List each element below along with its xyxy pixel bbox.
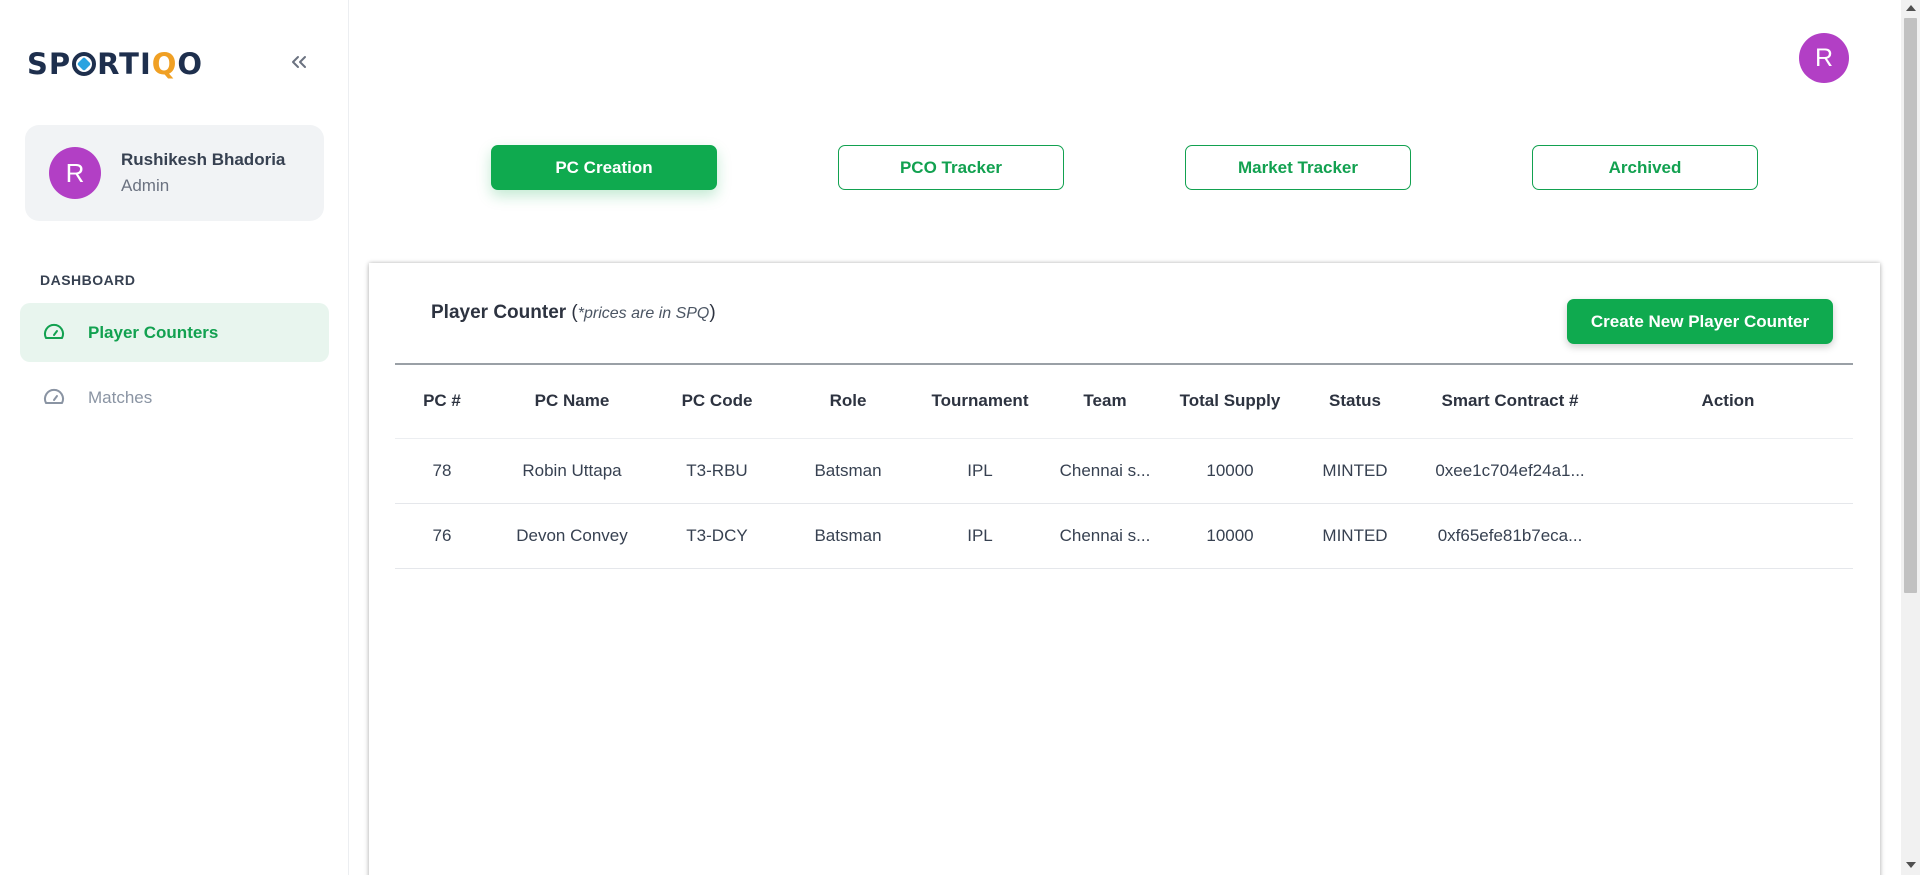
cell-status: MINTED (1293, 438, 1417, 504)
column-header[interactable]: Role (779, 365, 917, 439)
cell-smart-contract[interactable]: 0xf65efe81b7eca... (1417, 503, 1603, 569)
cell-tournament: IPL (917, 503, 1043, 569)
column-header[interactable]: PC # (395, 365, 489, 439)
logo-part-3: O (177, 47, 204, 81)
user-avatar-button[interactable]: R (1799, 33, 1849, 83)
page-scrollbar[interactable] (1901, 0, 1920, 875)
avatar[interactable]: R (49, 147, 101, 199)
column-header[interactable]: PC Name (489, 365, 655, 439)
cell-pc-number: 76 (395, 503, 489, 569)
cell-role: Batsman (779, 438, 917, 504)
sportiqo-logo[interactable]: SP RTIQO (27, 47, 203, 81)
cell-smart-contract[interactable]: 0xee1c704ef24a1... (1417, 438, 1603, 504)
scroll-up-arrow-icon[interactable] (1906, 5, 1916, 11)
logo-o-icon (72, 52, 97, 76)
column-header[interactable]: Action (1603, 365, 1853, 439)
cell-role: Batsman (779, 503, 917, 569)
table-row[interactable]: 78 Robin Uttapa T3-RBU Batsman IPL Chenn… (395, 438, 1853, 504)
tab-pc-creation[interactable]: PC Creation (491, 145, 717, 190)
nav-section-title: DASHBOARD (40, 272, 136, 288)
column-header[interactable]: Status (1293, 365, 1417, 439)
scroll-thumb[interactable] (1904, 18, 1917, 593)
cell-total-supply: 10000 (1167, 503, 1293, 569)
cell-pc-code: T3-DCY (655, 503, 779, 569)
logo-text: SP RTIQO (27, 47, 203, 81)
card-note-open: ( (566, 302, 578, 323)
cell-action[interactable] (1603, 503, 1853, 569)
cell-total-supply: 10000 (1167, 438, 1293, 504)
table-header-row: PC # PC Name PC Code Role Tournament Tea… (395, 365, 1853, 439)
cell-team: Chennai s... (1043, 438, 1167, 504)
tab-archived[interactable]: Archived (1532, 145, 1758, 190)
logo-part-1: SP (27, 47, 72, 81)
logo-part-accent: Q (151, 47, 178, 81)
tab-pco-tracker[interactable]: PCO Tracker (838, 145, 1064, 190)
create-player-counter-button[interactable]: Create New Player Counter (1567, 299, 1833, 344)
sidebar: SP RTIQO R Rushikesh Bhadoria Admin DASHB… (0, 0, 349, 875)
card-title: Player Counter (*prices are in SPQ) (431, 302, 716, 324)
sidebar-item-label: Player Counters (88, 322, 219, 342)
column-header[interactable]: Team (1043, 365, 1167, 439)
sidebar-item-player-counters[interactable]: Player Counters (20, 303, 329, 362)
speedometer-icon (44, 323, 64, 339)
cell-status: MINTED (1293, 503, 1417, 569)
cell-pc-code: T3-RBU (655, 438, 779, 504)
column-header[interactable]: Smart Contract # (1417, 365, 1603, 439)
cell-pc-number: 78 (395, 438, 489, 504)
player-counter-card: Player Counter (*prices are in SPQ) Crea… (369, 263, 1880, 875)
table-row[interactable]: 76 Devon Convey T3-DCY Batsman IPL Chenn… (395, 503, 1853, 569)
cell-team: Chennai s... (1043, 503, 1167, 569)
cell-action[interactable] (1603, 438, 1853, 504)
speedometer-icon (44, 388, 64, 404)
profile-meta: Rushikesh Bhadoria Admin (121, 150, 285, 196)
cell-pc-name: Devon Convey (489, 503, 655, 569)
card-note: *prices are in SPQ (577, 305, 710, 322)
collapse-sidebar-button[interactable] (287, 50, 311, 74)
column-header[interactable]: Tournament (917, 365, 1043, 439)
column-header[interactable]: PC Code (655, 365, 779, 439)
player-counter-table: PC # PC Name PC Code Role Tournament Tea… (395, 365, 1853, 569)
sidebar-item-label: Matches (88, 387, 153, 407)
profile-name: Rushikesh Bhadoria (121, 150, 286, 169)
card-title-text: Player Counter (431, 302, 567, 323)
card-note-close: ) (709, 302, 716, 323)
column-header[interactable]: Total Supply (1167, 365, 1293, 439)
scroll-down-arrow-icon[interactable] (1906, 862, 1916, 868)
logo-part-2: RTI (97, 47, 152, 81)
chevrons-left-icon (292, 56, 306, 68)
tab-market-tracker[interactable]: Market Tracker (1185, 145, 1411, 190)
profile-card: R Rushikesh Bhadoria Admin (25, 125, 324, 221)
cell-pc-name: Robin Uttapa (489, 438, 655, 504)
profile-role: Admin (121, 176, 170, 195)
cell-tournament: IPL (917, 438, 1043, 504)
sidebar-item-matches[interactable]: Matches (20, 368, 329, 427)
